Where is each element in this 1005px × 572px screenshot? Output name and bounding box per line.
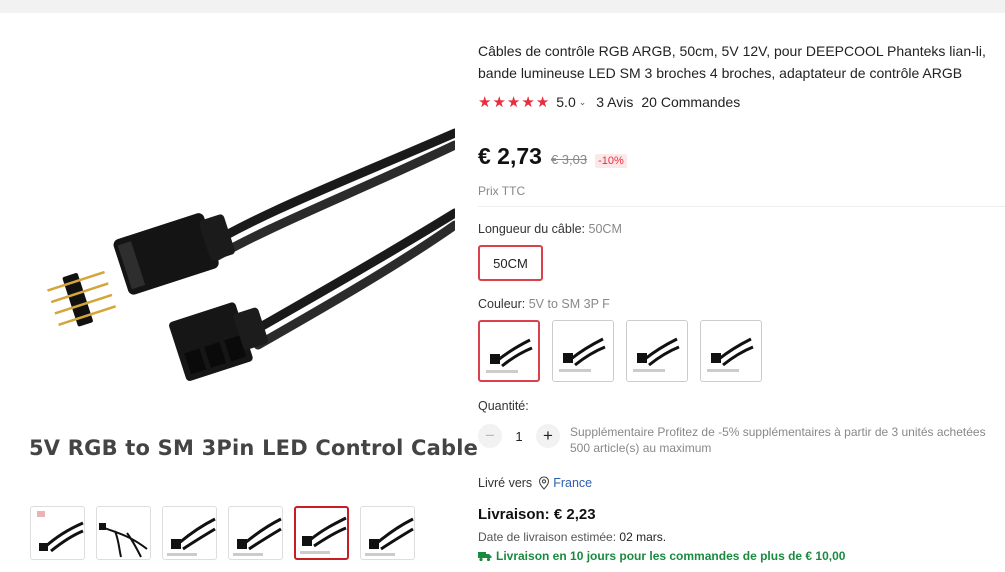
quantity-increase-button[interactable]: +: [536, 424, 560, 448]
star-rating: ★ ★ ★ ★ ★: [478, 93, 549, 111]
star-icon: ★: [506, 94, 521, 111]
thumbnail-2[interactable]: [96, 506, 151, 560]
rating-row: ★ ★ ★ ★ ★ 5.0 ⌄ 3 Avis 20 Commandes: [478, 93, 740, 111]
thumbnail-6[interactable]: [360, 506, 415, 560]
thumbnail-4[interactable]: [228, 506, 283, 560]
length-option-50cm[interactable]: 50CM: [478, 245, 543, 281]
current-price: € 2,73: [478, 143, 542, 169]
thumbnail-strip: [30, 506, 415, 560]
tax-note: Prix TTC: [478, 184, 526, 198]
main-image-caption: 5V RGB to SM 3Pin LED Control Cable: [29, 436, 479, 460]
truck-icon: [478, 551, 492, 561]
divider: [478, 206, 1005, 207]
ship-to-label: Livré vers: [478, 476, 533, 490]
star-icon: ★: [478, 94, 492, 111]
color-selected-value: 5V to SM 3P F: [528, 297, 610, 311]
quantity-stepper: − 1 + Supplémentaire Profitez de -5% sup…: [478, 424, 986, 456]
quantity-decrease-button[interactable]: −: [478, 424, 502, 448]
color-option-3[interactable]: [626, 320, 688, 382]
max-quantity-note: 500 article(s) au maximum: [570, 441, 712, 455]
product-title: Câbles de contrôle RGB ARGB, 50cm, 5V 12…: [478, 43, 986, 81]
length-option-label: Longueur du câble: 50CM: [478, 222, 622, 236]
fast-delivery-text: Livraison en 10 jours pour les commandes…: [496, 549, 846, 563]
delivery-estimate-label: Date de livraison estimée:: [478, 530, 617, 544]
color-option-label: Couleur: 5V to SM 3P F: [478, 297, 610, 311]
thumbnail-3[interactable]: [162, 506, 217, 560]
price-row: € 2,73 € 3,03 -10%: [478, 143, 627, 170]
top-bar: [0, 0, 1005, 13]
location-pin-icon: [539, 476, 550, 490]
star-icon: ★: [492, 94, 506, 111]
chevron-down-icon[interactable]: ⌄: [579, 97, 587, 108]
delivery-estimate-date: 02 mars.: [619, 530, 667, 544]
color-option-1[interactable]: [478, 320, 540, 382]
rating-value[interactable]: 5.0: [556, 94, 575, 110]
star-icon: ★: [535, 94, 550, 111]
quantity-label: Quantité:: [478, 399, 529, 413]
main-product-image[interactable]: [0, 13, 455, 485]
fast-delivery-promo: Livraison en 10 jours pour les commandes…: [478, 549, 845, 563]
length-selected-value: 50CM: [588, 222, 622, 236]
reviews-link[interactable]: 3 Avis: [596, 94, 633, 110]
bulk-discount-note: Supplémentaire Profitez de -5% supplémen…: [570, 425, 986, 439]
thumbnail-5[interactable]: [294, 506, 349, 560]
delivery-estimate: Date de livraison estimée: 02 mars.: [478, 530, 666, 544]
color-options: [478, 320, 762, 382]
color-label: Couleur:: [478, 297, 526, 311]
ship-country-link[interactable]: France: [553, 476, 592, 490]
delivery-price: Livraison: € 2,23: [478, 506, 596, 523]
length-label: Longueur du câble:: [478, 222, 586, 236]
thumbnail-1[interactable]: [30, 506, 85, 560]
star-icon: ★: [521, 94, 535, 111]
color-option-4[interactable]: [700, 320, 762, 382]
quantity-value[interactable]: 1: [502, 424, 536, 448]
color-option-2[interactable]: [552, 320, 614, 382]
orders-count: 20 Commandes: [641, 94, 741, 110]
discount-badge: -10%: [595, 154, 627, 168]
ship-to-row: Livré vers France: [478, 476, 592, 490]
quantity-notes: Supplémentaire Profitez de -5% supplémen…: [570, 424, 986, 456]
original-price: € 3,03: [550, 152, 588, 167]
